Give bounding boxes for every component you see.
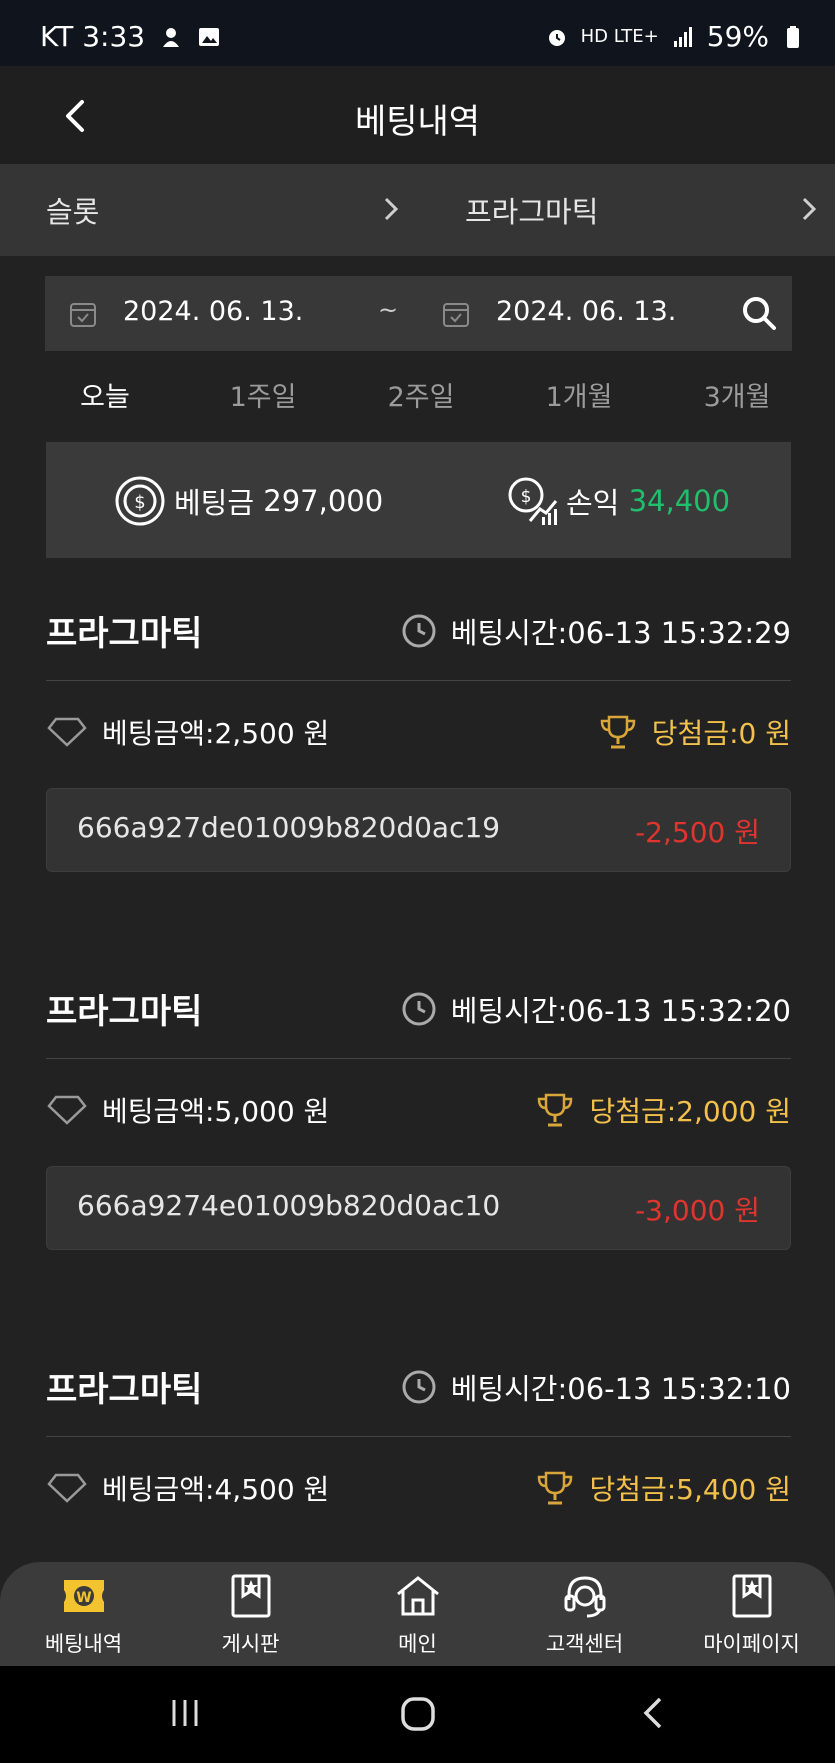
alarm-icon: [548, 29, 565, 46]
entry-detail-box: 666a9274e01009b820d0ac10 -3,000 원: [46, 1166, 791, 1250]
period-1week[interactable]: 1주일: [203, 375, 323, 414]
period-3months[interactable]: 3개월: [677, 375, 797, 414]
bet-label: 베팅금: [174, 486, 255, 520]
headset-icon: [564, 1576, 606, 1618]
network-indicator: HD LTE+: [580, 26, 659, 47]
battery-icon: [787, 25, 799, 48]
trophy-icon: [538, 1093, 573, 1127]
back-button-icon[interactable]: [638, 1696, 668, 1730]
entry-time: 베팅시간:06-13 15:32:20: [401, 988, 791, 1030]
bottom-navigation: W 베팅내역 게시판 메인 고객센터 마이페이지: [0, 1562, 835, 1666]
bet-value: 297,000: [263, 484, 384, 518]
chevron-right-icon: [384, 197, 399, 221]
coin-icon: $: [115, 476, 165, 526]
ticket-won-icon: W: [64, 1580, 104, 1612]
transaction-id: 666a927de01009b820d0ac19: [77, 811, 501, 844]
divider: [46, 1436, 791, 1437]
entry-provider: 프라그마틱: [46, 992, 203, 1032]
nav-my-page[interactable]: 마이페이지: [668, 1562, 835, 1666]
page-title: 베팅내역: [354, 102, 481, 142]
entry-bet-amount: 베팅금액:4,500 원: [46, 1468, 329, 1508]
entry-provider: 프라그마틱: [46, 614, 203, 654]
clock-icon: [402, 992, 436, 1026]
clock-icon: [402, 1370, 436, 1404]
chevron-right-icon: [802, 197, 817, 221]
diamond-icon: [47, 1473, 87, 1503]
start-date-field[interactable]: 2024. 06. 13.: [123, 296, 303, 327]
trophy-icon: [600, 715, 636, 749]
home-button-icon[interactable]: [400, 1696, 436, 1732]
period-2weeks[interactable]: 2주일: [361, 375, 481, 414]
entry-time: 베팅시간:06-13 15:32:10: [401, 1366, 791, 1408]
entry-time: 베팅시간:06-13 15:32:29: [401, 610, 791, 652]
diamond-icon: [47, 717, 87, 747]
nav-customer-center[interactable]: 고객센터: [501, 1562, 668, 1666]
trophy-icon: [538, 1471, 573, 1505]
battery-percent: 59%: [706, 20, 769, 53]
bookmark-star-icon: [732, 1574, 772, 1618]
category-provider[interactable]: 프라그마틱: [465, 164, 598, 256]
period-today[interactable]: 오늘: [45, 375, 165, 414]
profit-chart-icon: $: [508, 477, 558, 525]
category-slot[interactable]: 슬롯: [46, 164, 99, 256]
diamond-icon: [47, 1095, 87, 1125]
bookmark-star-icon: [231, 1574, 271, 1618]
nav-betting-history[interactable]: W 베팅내역: [0, 1562, 167, 1666]
entry-provider: 프라그마틱: [46, 1370, 203, 1410]
entry-detail-box: 666a927de01009b820d0ac19 -2,500 원: [46, 788, 791, 872]
recent-apps-icon[interactable]: [168, 1696, 202, 1730]
svg-text:$: $: [134, 492, 145, 513]
entry-bet-amount: 베팅금액:5,000 원: [46, 1090, 329, 1130]
nav-board[interactable]: 게시판: [167, 1562, 334, 1666]
transaction-id: 666a9274e01009b820d0ac10: [77, 1189, 501, 1222]
category-breadcrumb: 슬롯 프라그마틱: [0, 164, 835, 256]
divider: [46, 1058, 791, 1059]
profit-value: 34,400: [628, 484, 731, 518]
period-1month[interactable]: 1개월: [519, 375, 639, 414]
app-bar: 베팅내역: [0, 66, 835, 164]
net-result: -2,500 원: [635, 816, 760, 849]
profit-total: $ 손익 34,400: [506, 474, 730, 528]
signal-icon: [673, 26, 692, 47]
search-icon[interactable]: [740, 294, 778, 332]
entry-win-amount: 당첨금:0 원: [598, 712, 791, 752]
system-navigation-bar: [0, 1666, 835, 1763]
status-bar: KT 3:33 HD LTE+ 59%: [0, 0, 835, 66]
notification-icon: [163, 27, 180, 47]
nav-main[interactable]: 메인: [334, 1562, 501, 1666]
net-result: -3,000 원: [635, 1194, 760, 1227]
entry-win-amount: 당첨금:5,400 원: [535, 1468, 791, 1508]
svg-text:$: $: [521, 487, 532, 507]
period-tabs: 오늘 1주일 2주일 1개월 3개월: [45, 375, 792, 419]
bet-entry[interactable]: 프라그마틱 베팅시간:06-13 15:32:29 베팅금액:2,500 원 당…: [46, 606, 791, 906]
bet-total: $ 베팅금 297,000: [114, 474, 383, 528]
svg-text:W: W: [76, 1590, 91, 1606]
date-separator: ~: [378, 296, 399, 324]
calendar-icon: [443, 303, 469, 327]
entry-bet-amount: 베팅금액:2,500 원: [46, 712, 329, 752]
divider: [46, 680, 791, 681]
calendar-icon: [70, 303, 96, 327]
date-range-filter: 2024. 06. 13. ~ 2024. 06. 13.: [45, 276, 792, 351]
clock-icon: [402, 614, 436, 648]
profit-label: 손익: [566, 486, 620, 520]
image-icon: [199, 27, 220, 46]
carrier-time: KT 3:33: [40, 20, 146, 53]
bet-entry[interactable]: 프라그마틱 베팅시간:06-13 15:32:20 베팅금액:5,000 원 당…: [46, 984, 791, 1284]
summary-panel: $ 베팅금 297,000 $ 손익 34,400: [46, 442, 791, 558]
entry-win-amount: 당첨금:2,000 원: [535, 1090, 791, 1130]
end-date-field[interactable]: 2024. 06. 13.: [496, 296, 676, 327]
home-icon: [397, 1576, 439, 1616]
